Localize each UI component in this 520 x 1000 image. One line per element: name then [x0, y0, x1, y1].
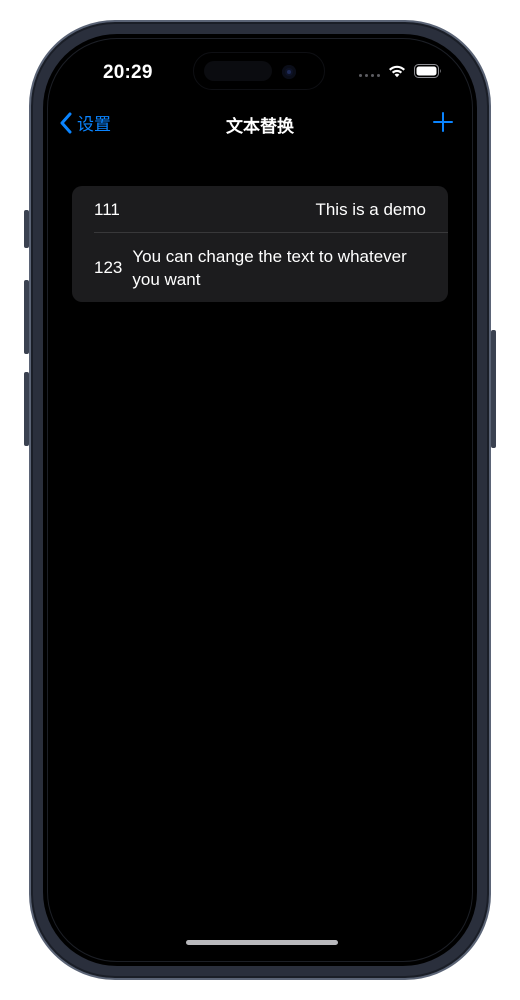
wifi-icon: [389, 65, 405, 78]
home-indicator[interactable]: [186, 940, 338, 945]
cellular-dots-icon: [359, 65, 380, 77]
list-item[interactable]: 123 You can change the text to whatever …: [72, 233, 448, 302]
status-time: 20:29: [103, 62, 153, 83]
power-button: [491, 330, 496, 448]
add-button[interactable]: [431, 110, 455, 134]
status-icons: [359, 64, 442, 78]
action-button: [24, 210, 29, 248]
phone-frame: 20:29 设置 文本替换 111 This is a demo 123 You…: [24, 20, 496, 980]
replacement-list: 111 This is a demo 123 You can change th…: [72, 186, 448, 302]
screen: 20:29 设置 文本替换 111 This is a demo 123 You…: [43, 34, 477, 966]
dynamic-island: [193, 52, 325, 90]
list-item[interactable]: 111 This is a demo: [72, 186, 448, 233]
island-sensor: [204, 61, 272, 81]
phrase-label: This is a demo: [315, 200, 426, 219]
screen-bezel: [47, 38, 473, 962]
plus-icon: [433, 112, 453, 132]
page-title: 文本替换: [226, 117, 294, 137]
front-camera-icon: [282, 65, 296, 79]
shortcut-label: 111: [94, 199, 120, 219]
volume-down-button: [24, 372, 29, 446]
phrase-label: You can change the text to whatever you …: [132, 246, 407, 289]
volume-up-button: [24, 280, 29, 354]
battery-icon: [414, 64, 441, 78]
shortcut-label: 123: [94, 257, 123, 277]
